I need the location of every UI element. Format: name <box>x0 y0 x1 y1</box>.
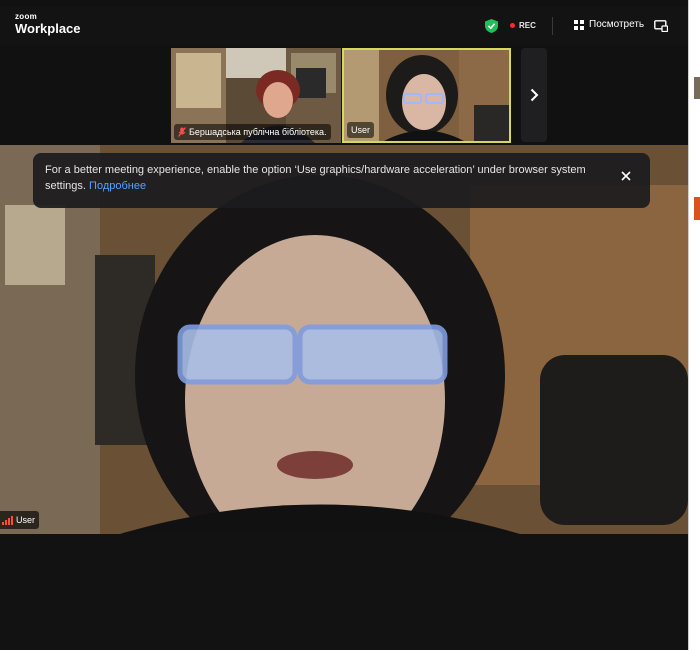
rec-label: REC <box>519 21 536 30</box>
brand-small: zoom <box>15 12 38 21</box>
learn-more-link[interactable]: Подробнее <box>89 180 146 192</box>
screen-share-icon[interactable] <box>654 20 668 32</box>
speaker-name: User <box>16 515 36 525</box>
divider <box>552 17 553 35</box>
top-bar: zoom Workplace REC Посмотреть <box>0 7 688 45</box>
participant-name-tag: Бершадська публічна бібліотека. <box>174 124 331 140</box>
view-button[interactable]: Посмотреть <box>574 19 644 30</box>
hardware-acceleration-banner: For a better meeting experience, enable … <box>33 153 650 208</box>
participant-thumbnail-user[interactable]: User <box>342 48 511 143</box>
side-strip-accent <box>694 197 700 220</box>
zoom-app: zoom Workplace REC Посмотреть Бершадська… <box>0 0 688 650</box>
rec-dot-icon <box>510 23 515 28</box>
bottom-area <box>0 534 688 650</box>
gallery-view-icon <box>574 19 584 30</box>
brand-logo: zoom Workplace <box>15 12 81 36</box>
side-strip-thumb <box>694 77 700 99</box>
brand-big: Workplace <box>15 21 81 36</box>
mic-off-icon <box>178 127 186 137</box>
participant-name: User <box>351 125 371 135</box>
recording-indicator[interactable]: REC <box>510 21 536 30</box>
signal-bars-icon <box>2 515 13 525</box>
next-page-button[interactable] <box>521 48 547 142</box>
view-label: Посмотреть <box>589 19 645 30</box>
shield-check-icon[interactable] <box>485 19 498 33</box>
participant-name: Бершадська публічна бібліотека. <box>189 127 327 137</box>
speaker-name-tag: User <box>0 511 40 529</box>
chevron-right-icon <box>530 88 539 102</box>
close-icon <box>621 171 631 181</box>
participant-name-tag: User <box>347 122 375 138</box>
participant-thumbnail-library[interactable]: Бершадська публічна бібліотека. <box>171 48 341 143</box>
banner-close-button[interactable] <box>618 168 634 184</box>
